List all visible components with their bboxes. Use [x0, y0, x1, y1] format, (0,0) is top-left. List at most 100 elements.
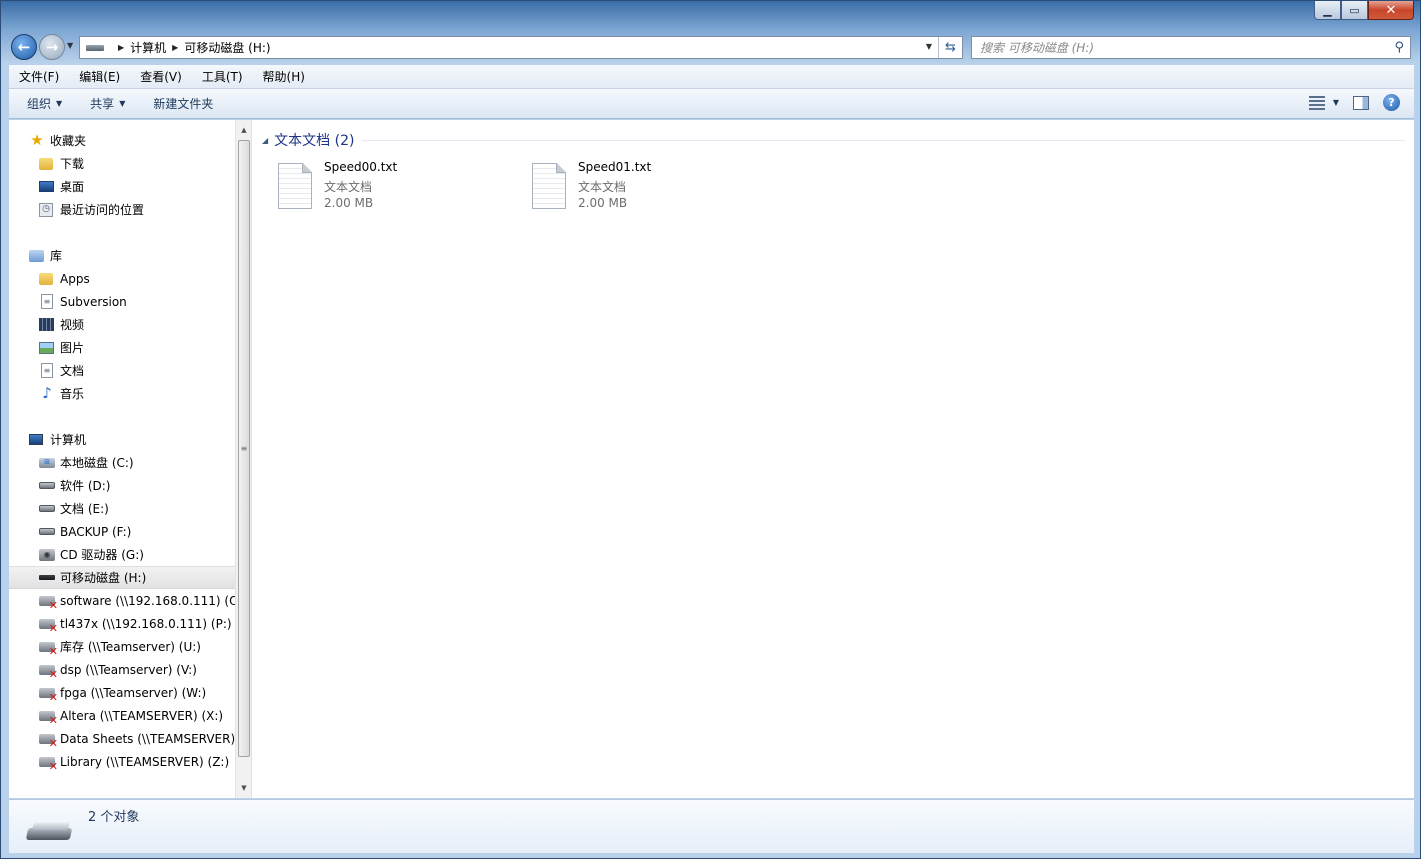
nav-item-subversion[interactable]: ≡ Subversion [9, 290, 235, 313]
menu-help[interactable]: 帮助(H) [253, 68, 315, 85]
group-divider [362, 139, 1405, 141]
nav-network-drive-w[interactable]: ✕ fpga (\\Teamserver) (W:) [9, 681, 235, 704]
nav-network-drive-x[interactable]: ✕ Altera (\\TEAMSERVER) (X:) [9, 704, 235, 727]
usb-drive-icon [86, 44, 104, 51]
nav-network-drive-z[interactable]: ✕ Library (\\TEAMSERVER) (Z:) [9, 750, 235, 773]
nav-network-drive-y[interactable]: ✕ Data Sheets (\\TEAMSERVER) [9, 727, 235, 750]
nav-item-recent-places[interactable]: ◷ 最近访问的位置 [9, 198, 235, 221]
menu-view[interactable]: 查看(V) [130, 68, 192, 85]
recent-places-icon: ◷ [39, 202, 53, 217]
file-size: 2.00 MB [324, 196, 374, 210]
nav-item-label: 音乐 [60, 387, 85, 401]
nav-favorites[interactable]: ★ 收藏夹 [9, 129, 235, 152]
nav-item-label: 软件 (D:) [60, 479, 111, 493]
nav-item-apps[interactable]: Apps [9, 267, 235, 290]
breadcrumb-separator[interactable]: ▶ [118, 43, 124, 52]
nav-item-label: 视频 [60, 318, 85, 332]
nav-favorites-label: 收藏夹 [50, 134, 87, 148]
menu-file[interactable]: 文件(F) [9, 68, 69, 85]
view-controls: ▼ ? [1308, 94, 1400, 111]
nav-network-drive-p[interactable]: ✕ tl437x (\\192.168.0.111) (P:) [9, 612, 235, 635]
nav-item-label: Data Sheets (\\TEAMSERVER) [60, 731, 235, 746]
nav-network-drive-u[interactable]: ✕ 库存 (\\Teamserver) (U:) [9, 635, 235, 658]
navigation-pane-scrollbar[interactable]: ▲ ≡ ▼ [235, 120, 251, 798]
group-title: 文本文档 (2) [274, 133, 355, 149]
libraries-group: 库 Apps ≡ Subversion 视频 图片 ≡ 文档 ♪ 音乐 [9, 244, 235, 405]
search-input[interactable]: 搜索 可移动磁盘 (H:) ⚲ [971, 36, 1411, 59]
nav-item-label: tl437x (\\192.168.0.111) (P:) [60, 616, 232, 631]
nav-item-pictures[interactable]: 图片 [9, 336, 235, 359]
nav-drive-f[interactable]: BACKUP (F:) [9, 520, 235, 543]
collapse-group-icon[interactable]: ◢ [262, 136, 268, 145]
new-folder-button[interactable]: 新建文件夹 [135, 95, 223, 112]
favorites-group: ★ 收藏夹 下载 桌面 ◷ 最近访问的位置 [9, 129, 235, 221]
nav-drive-d[interactable]: 软件 (D:) [9, 474, 235, 497]
nav-item-label: Altera (\\TEAMSERVER) (X:) [60, 708, 224, 723]
nav-drive-g[interactable]: ◉ CD 驱动器 (G:) [9, 543, 235, 566]
close-button[interactable]: ✕ [1368, 1, 1414, 20]
share-button[interactable]: 共享 ▼ [72, 95, 135, 112]
nav-item-downloads[interactable]: 下载 [9, 152, 235, 175]
address-history-dropdown[interactable]: ▼ [926, 42, 932, 51]
nav-item-label: Subversion [60, 294, 127, 309]
breadcrumb-computer[interactable]: 计算机 [130, 39, 166, 56]
star-icon: ★ [30, 131, 44, 149]
maximize-button[interactable]: ▭ [1341, 1, 1368, 20]
menu-edit[interactable]: 编辑(E) [69, 68, 130, 85]
disconnected-network-drive-icon: ✕ [39, 618, 58, 634]
nav-item-music[interactable]: ♪ 音乐 [9, 382, 235, 405]
close-icon: ✕ [1385, 2, 1397, 18]
minimize-icon: ▁ [1323, 3, 1332, 17]
nav-drive-c[interactable]: ⊞ 本地磁盘 (C:) [9, 451, 235, 474]
back-button[interactable]: ← [11, 34, 37, 60]
nav-network-drive-v[interactable]: ✕ dsp (\\Teamserver) (V:) [9, 658, 235, 681]
change-view-button[interactable]: ▼ [1308, 95, 1339, 110]
disconnected-network-drive-icon: ✕ [39, 756, 58, 772]
refresh-button[interactable]: ⇆ [938, 37, 962, 58]
views-icon [1308, 95, 1325, 110]
command-bar: 组织 ▼ 共享 ▼ 新建文件夹 ▼ ? [9, 89, 1414, 119]
forward-arrow-icon: → [45, 38, 59, 56]
desktop-icon [39, 181, 54, 192]
address-bar[interactable]: ▶ 计算机 ▶ 可移动磁盘 (H:) ▼ ⇆ [79, 36, 963, 59]
disconnected-network-drive-icon: ✕ [39, 710, 58, 726]
organize-label: 组织 [27, 97, 52, 111]
nav-network-drive-o[interactable]: ✕ software (\\192.168.0.111) (O: [9, 589, 235, 612]
group-header[interactable]: ◢ 文本文档 (2) [262, 130, 1405, 150]
nav-drive-e[interactable]: 文档 (E:) [9, 497, 235, 520]
minimize-button[interactable]: ▁ [1314, 1, 1341, 20]
file-size: 2.00 MB [578, 196, 628, 210]
nav-drive-h[interactable]: 可移动磁盘 (H:) [9, 566, 235, 589]
preview-pane-button[interactable] [1353, 95, 1369, 110]
nav-item-label: 最近访问的位置 [60, 203, 145, 217]
disconnected-network-drive-icon: ✕ [39, 687, 58, 703]
file-type: 文本文档 [578, 180, 627, 194]
organize-button[interactable]: 组织 ▼ [9, 95, 72, 112]
file-item[interactable]: Speed00.txt 文本文档 2.00 MB [252, 160, 492, 214]
nav-item-documents[interactable]: ≡ 文档 [9, 359, 235, 382]
forward-button[interactable]: → [39, 34, 65, 60]
nav-computer[interactable]: 计算机 [9, 428, 235, 451]
search-icon[interactable]: ⚲ [1394, 40, 1404, 55]
navigation-pane: ★ 收藏夹 下载 桌面 ◷ 最近访问的位置 库 Apps ≡ Subversio… [9, 120, 235, 798]
nav-libraries-label: 库 [50, 249, 63, 263]
scrollbar-thumb[interactable]: ≡ [238, 140, 250, 757]
file-item[interactable]: Speed01.txt 文本文档 2.00 MB [506, 160, 746, 214]
hard-drive-icon [39, 505, 55, 512]
nav-item-desktop[interactable]: 桌面 [9, 175, 235, 198]
breadcrumb-separator[interactable]: ▶ [172, 43, 178, 52]
scroll-down-arrow-icon[interactable]: ▼ [236, 780, 252, 796]
nav-item-videos[interactable]: 视频 [9, 313, 235, 336]
document-icon: ≡ [41, 363, 53, 378]
nav-libraries[interactable]: 库 [9, 244, 235, 267]
hard-drive-icon [39, 482, 55, 489]
help-icon[interactable]: ? [1383, 94, 1400, 111]
recent-pages-dropdown[interactable]: ▼ [67, 41, 73, 50]
computer-icon [29, 434, 43, 445]
explorer-window: ▁ ▭ ✕ ← → ▼ ▶ 计算机 ▶ 可移动磁盘 (H:) ▼ ⇆ 搜索 可移… [0, 0, 1421, 859]
scroll-up-arrow-icon[interactable]: ▲ [236, 122, 252, 138]
file-name: Speed00.txt [324, 160, 398, 174]
breadcrumb-removable-disk[interactable]: 可移动磁盘 (H:) [184, 39, 270, 56]
menu-tools[interactable]: 工具(T) [192, 68, 253, 85]
back-arrow-icon: ← [17, 38, 31, 56]
